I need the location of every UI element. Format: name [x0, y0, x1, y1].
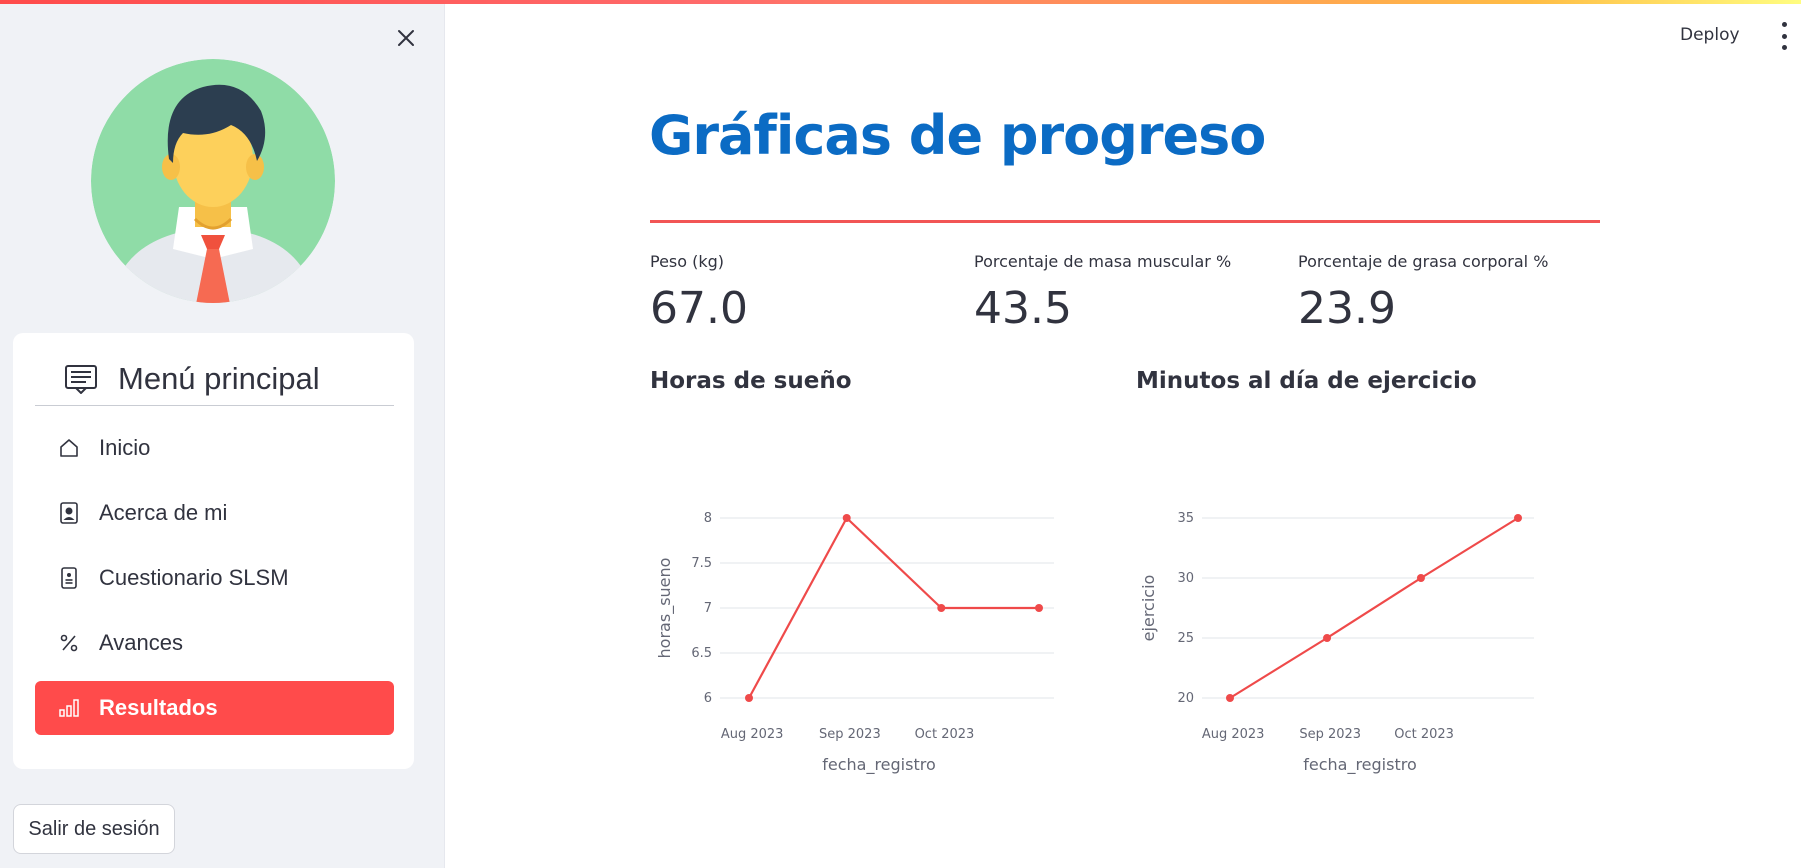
menu-item-label: Avances [99, 630, 183, 655]
metric-grasa-corporal: Porcentaje de grasa corporal % 23.9 [1298, 252, 1618, 334]
menu-item-acerca-de-mi[interactable]: Acerca de mi [35, 486, 394, 540]
data-point [1323, 634, 1332, 642]
y-axis-title: ejercicio [1139, 575, 1158, 642]
y-tick-label: 25 [1177, 631, 1194, 646]
metric-label: Peso (kg) [650, 252, 725, 271]
chart-ejercicio[interactable]: 20 25 30 35 Aug 2023 Sep 2023 Oct 2023 fecha_re… [1122, 490, 1562, 790]
x-axis-title: fecha_registro [822, 755, 936, 775]
y-tick-label: 30 [1177, 571, 1194, 586]
avatar [91, 59, 335, 303]
y-tick-label: 7.5 [691, 556, 712, 571]
series-line [1229, 517, 1519, 699]
x-tick-label: Oct 2023 [1394, 727, 1454, 742]
main-menu-button[interactable] [1776, 22, 1792, 50]
person-badge-icon [55, 501, 83, 525]
metric-masa-muscular: Porcentaje de masa muscular % 43.5 [974, 252, 1294, 334]
menu-item-label: Cuestionario SLSM [99, 565, 289, 590]
data-point [1035, 604, 1043, 612]
chart-title-sueno: Horas de sueño [650, 368, 852, 394]
menu-item-label: Resultados [99, 695, 218, 720]
metric-peso: Peso (kg) 67.0 [650, 252, 970, 334]
sidebar: Menú principal Inicio Acerca de mi Cuest… [0, 0, 445, 868]
x-tick-label: Sep 2023 [819, 727, 881, 742]
data-point [1226, 694, 1234, 702]
menu-item-cuestionario[interactable]: Cuestionario SLSM [35, 551, 394, 605]
x-tick-label: Aug 2023 [721, 727, 784, 742]
menu-item-label: Inicio [99, 435, 151, 460]
menu-item-avances[interactable]: Avances [35, 616, 394, 670]
data-point [937, 604, 946, 612]
kebab-dot [1781, 33, 1787, 39]
menu-item-inicio[interactable]: Inicio [35, 421, 394, 475]
top-decoration-stripe [0, 0, 1801, 4]
metric-label: Porcentaje de masa muscular % [974, 252, 1232, 271]
menu-item-label: Acerca de mi [99, 500, 228, 525]
menu-item-resultados[interactable]: Resultados [35, 681, 394, 735]
title-divider [650, 220, 1600, 223]
page-title: Gráficas de progreso [649, 104, 1266, 167]
menu-list-icon [64, 365, 98, 394]
x-tick-label: Oct 2023 [915, 727, 975, 742]
y-tick-label: 20 [1177, 691, 1194, 706]
deploy-button[interactable]: Deploy [1680, 20, 1740, 50]
chart-title-ejercicio: Minutos al día de ejercicio [1136, 368, 1477, 394]
logout-button[interactable]: Salir de sesión [13, 804, 175, 854]
data-point [1514, 514, 1522, 522]
metric-value: 67.0 [650, 283, 748, 334]
menu-list: Inicio Acerca de mi Cuestionario SLSM Av… [35, 421, 394, 746]
x-tick-label: Aug 2023 [1202, 727, 1265, 742]
y-tick-label: 6.5 [691, 646, 712, 661]
percent-icon [55, 631, 83, 655]
main-menu: Menú principal Inicio Acerca de mi Cuest… [13, 333, 414, 769]
close-icon [398, 30, 414, 46]
data-point [1416, 574, 1425, 582]
metric-value: 23.9 [1298, 283, 1396, 334]
data-point [745, 694, 753, 702]
y-tick-label: 8 [704, 511, 712, 526]
y-tick-label: 35 [1177, 511, 1194, 526]
y-tick-label: 6 [704, 691, 712, 706]
kebab-dot [1781, 45, 1787, 50]
data-point [842, 514, 851, 522]
x-axis-title: fecha_registro [1303, 755, 1417, 775]
y-tick-label: 7 [704, 601, 712, 616]
menu-title: Menú principal [118, 361, 320, 396]
kebab-dot [1781, 22, 1787, 27]
metric-label: Porcentaje de grasa corporal % [1298, 252, 1549, 271]
document-person-icon [55, 566, 83, 590]
metric-value: 43.5 [974, 283, 1072, 334]
chart-horas-sueno[interactable]: 6 6.5 7 7.5 8 Aug 2023 Sep 2023 Oct 2023 fecha_r… [640, 490, 1080, 790]
y-axis-title: horas_sueno [655, 558, 675, 659]
house-icon [55, 436, 83, 460]
close-sidebar-button[interactable] [392, 24, 420, 52]
menu-header: Menú principal [35, 353, 394, 406]
bar-chart-icon [55, 696, 83, 720]
x-tick-label: Sep 2023 [1299, 727, 1361, 742]
